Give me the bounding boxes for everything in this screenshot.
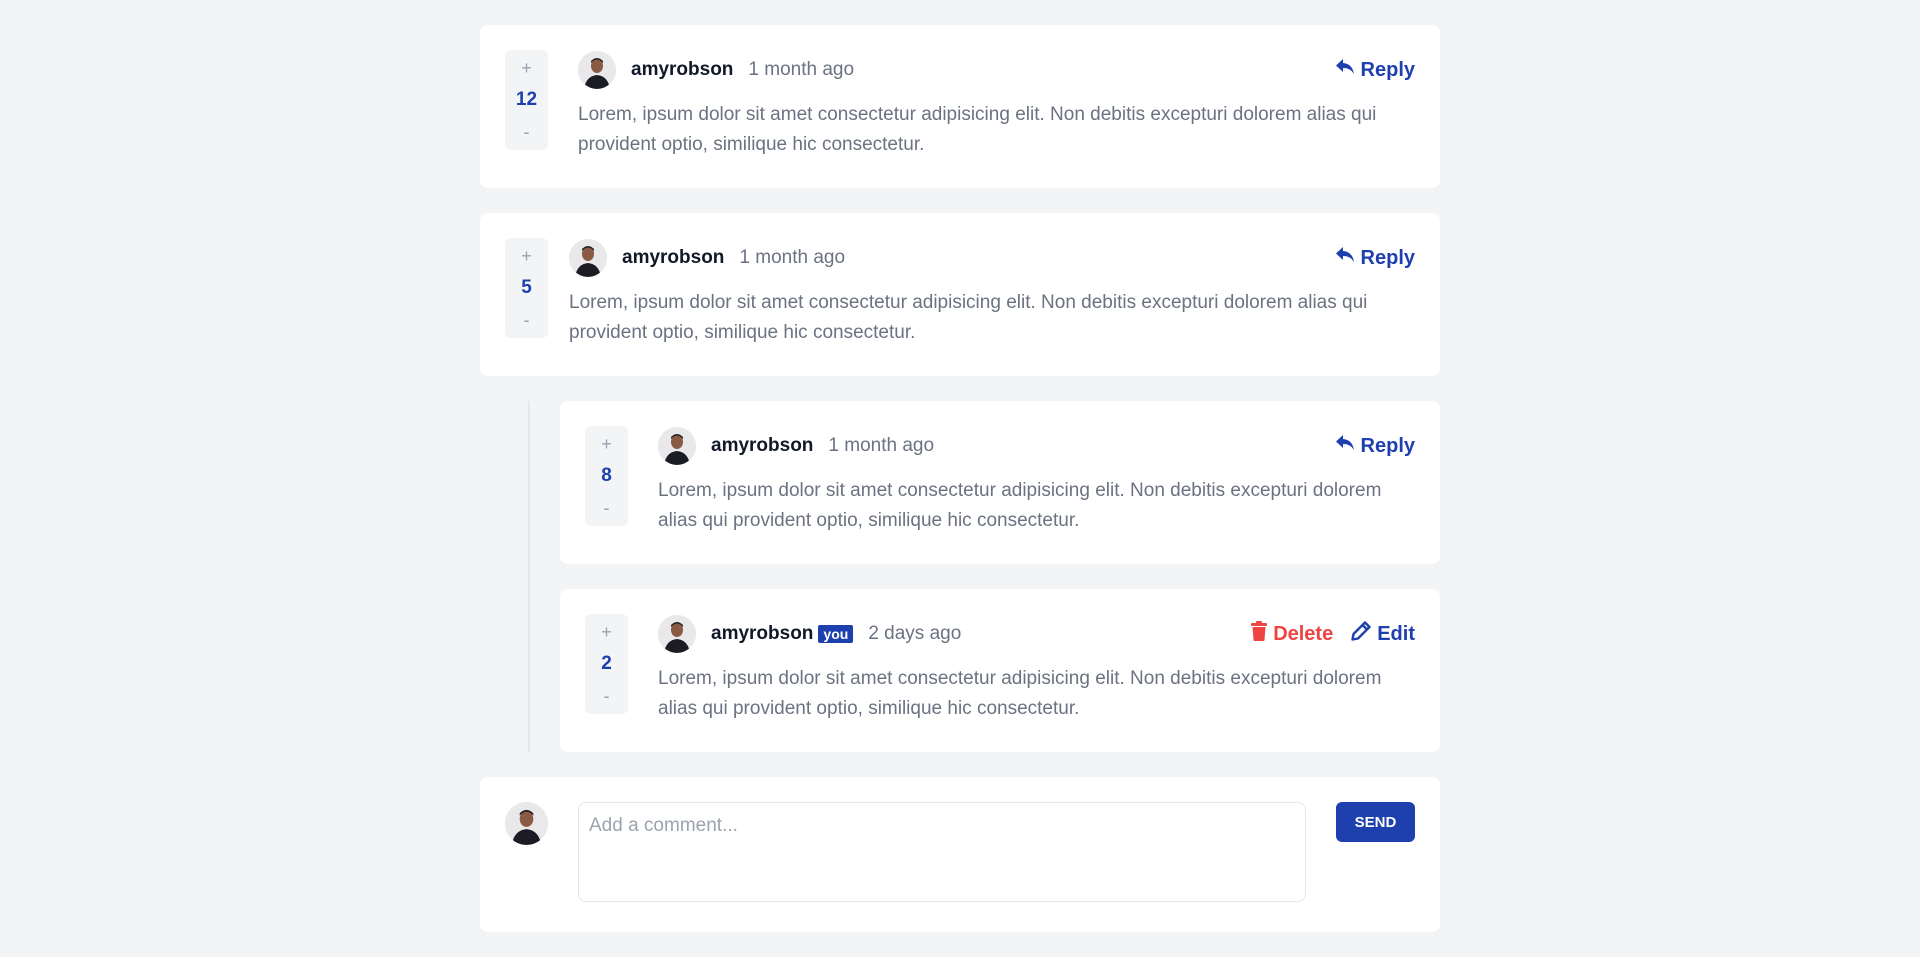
- avatar: [658, 427, 696, 465]
- delete-button[interactable]: Delete: [1251, 621, 1333, 647]
- reply-arrow-icon: [1335, 58, 1355, 82]
- reply-arrow-icon: [1335, 246, 1355, 270]
- downvote-button[interactable]: -: [604, 498, 610, 518]
- comment-actions: Delete Edit: [1251, 621, 1415, 647]
- comment-input[interactable]: [578, 802, 1306, 902]
- downvote-button[interactable]: -: [524, 122, 530, 142]
- vote-control: + 2 -: [585, 614, 628, 714]
- reply-label: Reply: [1360, 246, 1415, 269]
- comment-text: Lorem, ipsum dolor sit amet consectetur …: [658, 668, 1382, 719]
- pencil-icon: [1351, 621, 1371, 647]
- reply-arrow-icon: [1335, 434, 1355, 458]
- thread-line: [528, 401, 530, 752]
- upvote-button[interactable]: +: [601, 434, 612, 454]
- vote-count: 8: [601, 465, 612, 486]
- timestamp: 2 days ago: [868, 623, 962, 644]
- comment-text: Lorem, ipsum dolor sit amet consectetur …: [578, 104, 1377, 155]
- comment-header: amyrobson 1 month ago Reply: [569, 238, 1415, 278]
- username[interactable]: amyrobson: [711, 435, 813, 457]
- upvote-button[interactable]: +: [521, 58, 532, 78]
- reply-card: + 2 - amyrobson you 2 days ago Delete Ed…: [560, 589, 1440, 752]
- comment-composer: SEND: [480, 777, 1440, 932]
- username[interactable]: amyrobson: [622, 247, 724, 269]
- you-badge: you: [818, 625, 854, 643]
- timestamp: 1 month ago: [748, 59, 855, 80]
- comment-text: Lorem, ipsum dolor sit amet consectetur …: [658, 480, 1382, 531]
- reply-label: Reply: [1360, 434, 1415, 457]
- reply-card: + 8 - amyrobson 1 month ago Reply Lorem,…: [560, 401, 1440, 564]
- comment-actions: Reply: [1335, 246, 1415, 270]
- edit-button[interactable]: Edit: [1351, 621, 1415, 647]
- reply-button[interactable]: Reply: [1335, 58, 1415, 82]
- comment-card: + 5 - amyrobson 1 month ago Reply Lorem,…: [480, 213, 1440, 376]
- comment-body: amyrobson you 2 days ago Delete Edit Lor…: [658, 614, 1415, 752]
- vote-control: + 5 -: [505, 238, 548, 338]
- comment-card: + 12 - amyrobson 1 month ago Reply Lorem…: [480, 25, 1440, 188]
- upvote-button[interactable]: +: [601, 622, 612, 642]
- send-button[interactable]: SEND: [1336, 802, 1415, 842]
- username[interactable]: amyrobson: [711, 623, 813, 645]
- avatar: [578, 51, 616, 89]
- comment-actions: Reply: [1335, 434, 1415, 458]
- upvote-button[interactable]: +: [521, 246, 532, 266]
- reply-label: Reply: [1360, 58, 1415, 81]
- downvote-button[interactable]: -: [604, 686, 610, 706]
- comments-section: + 12 - amyrobson 1 month ago Reply Lorem…: [480, 25, 1440, 932]
- reply-button[interactable]: Reply: [1335, 434, 1415, 458]
- vote-count: 2: [601, 653, 612, 674]
- reply-button[interactable]: Reply: [1335, 246, 1415, 270]
- username[interactable]: amyrobson: [631, 59, 733, 81]
- vote-count: 12: [515, 89, 538, 110]
- edit-label: Edit: [1377, 622, 1415, 645]
- comment-text: Lorem, ipsum dolor sit amet consectetur …: [569, 292, 1368, 343]
- comment-body: amyrobson 1 month ago Reply Lorem, ipsum…: [658, 426, 1415, 564]
- comment-actions: Reply: [1335, 58, 1415, 82]
- vote-control: + 12 -: [505, 50, 548, 150]
- timestamp: 1 month ago: [739, 247, 846, 268]
- avatar: [658, 615, 696, 653]
- vote-control: + 8 -: [585, 426, 628, 526]
- vote-count: 5: [521, 277, 532, 298]
- delete-label: Delete: [1273, 622, 1334, 645]
- trash-icon: [1251, 621, 1268, 647]
- comment-body: amyrobson 1 month ago Reply Lorem, ipsum…: [569, 238, 1415, 376]
- current-user-avatar: [505, 802, 548, 845]
- downvote-button[interactable]: -: [524, 310, 530, 330]
- avatar: [569, 239, 607, 277]
- comment-header: amyrobson 1 month ago Reply: [658, 426, 1415, 466]
- replies-thread: + 8 - amyrobson 1 month ago Reply Lorem,…: [528, 401, 1440, 752]
- comment-header: amyrobson 1 month ago Reply: [578, 50, 1415, 90]
- comment-header: amyrobson you 2 days ago Delete Edit: [658, 614, 1415, 654]
- timestamp: 1 month ago: [828, 435, 935, 456]
- comment-body: amyrobson 1 month ago Reply Lorem, ipsum…: [578, 50, 1415, 188]
